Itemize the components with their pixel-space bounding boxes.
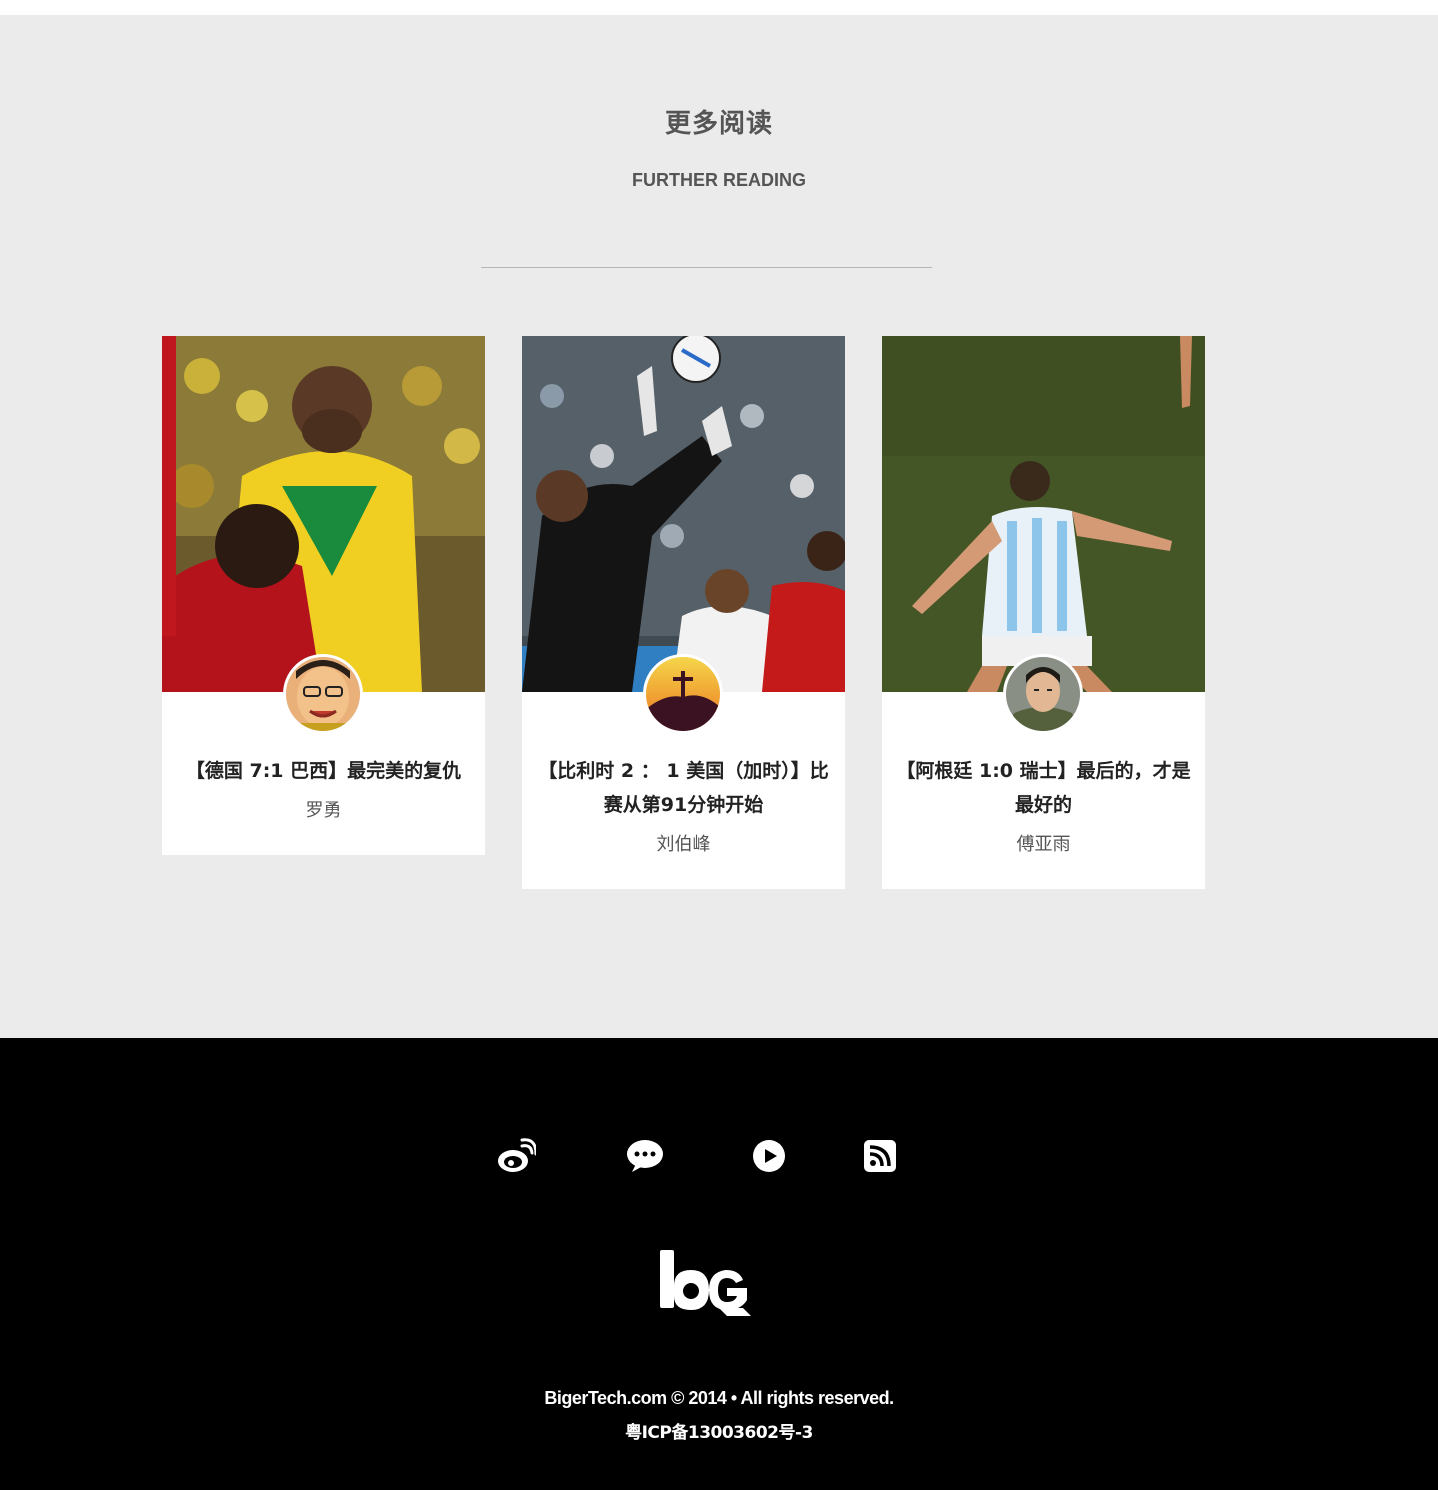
article-card[interactable]: 【德国 7:1 巴西】最完美的复仇 罗勇 xyxy=(162,336,485,855)
article-title[interactable]: 【比利时 2 ： 1 美国（加时）】比赛从第91分钟开始 xyxy=(530,754,837,822)
article-title[interactable]: 【阿根廷 1:0 瑞士】最后的，才是最好的 xyxy=(890,754,1197,822)
article-image[interactable] xyxy=(162,336,485,692)
article-author: 罗勇 xyxy=(305,800,342,821)
section-subtitle: FURTHER READING xyxy=(632,170,806,190)
weibo-icon[interactable] xyxy=(496,1136,536,1176)
article-image[interactable] xyxy=(882,336,1205,692)
wechat-icon[interactable] xyxy=(625,1136,665,1176)
site-footer: BigerTech.com © 2014 • All rights reserv… xyxy=(0,1038,1438,1490)
author-avatar[interactable] xyxy=(1003,654,1083,734)
author-avatar[interactable] xyxy=(643,654,723,734)
author-avatar[interactable] xyxy=(283,654,363,734)
article-author: 傅亚雨 xyxy=(1016,834,1071,855)
rss-icon[interactable] xyxy=(860,1136,900,1176)
article-image[interactable] xyxy=(522,336,845,692)
article-card[interactable]: 【阿根廷 1:0 瑞士】最后的，才是最好的 傅亚雨 xyxy=(882,336,1205,889)
article-author: 刘伯峰 xyxy=(656,834,711,855)
site-logo[interactable] xyxy=(657,1246,757,1326)
video-play-icon[interactable] xyxy=(749,1136,789,1176)
article-card[interactable]: 【比利时 2 ： 1 美国（加时）】比赛从第91分钟开始 刘伯峰 xyxy=(522,336,845,889)
section-title: 更多阅读 xyxy=(664,109,773,139)
article-title[interactable]: 【德国 7:1 巴西】最完美的复仇 xyxy=(170,754,477,788)
copyright-text: BigerTech.com © 2014 • All rights reserv… xyxy=(544,1388,894,1408)
icp-license-text[interactable]: 粤ICP备13003602号-3 xyxy=(0,1418,1438,1443)
further-reading-section: 更多阅读 FURTHER READING 【德国 7:1 巴西】最完美的复仇 罗… xyxy=(0,15,1438,1038)
section-divider xyxy=(481,267,932,268)
